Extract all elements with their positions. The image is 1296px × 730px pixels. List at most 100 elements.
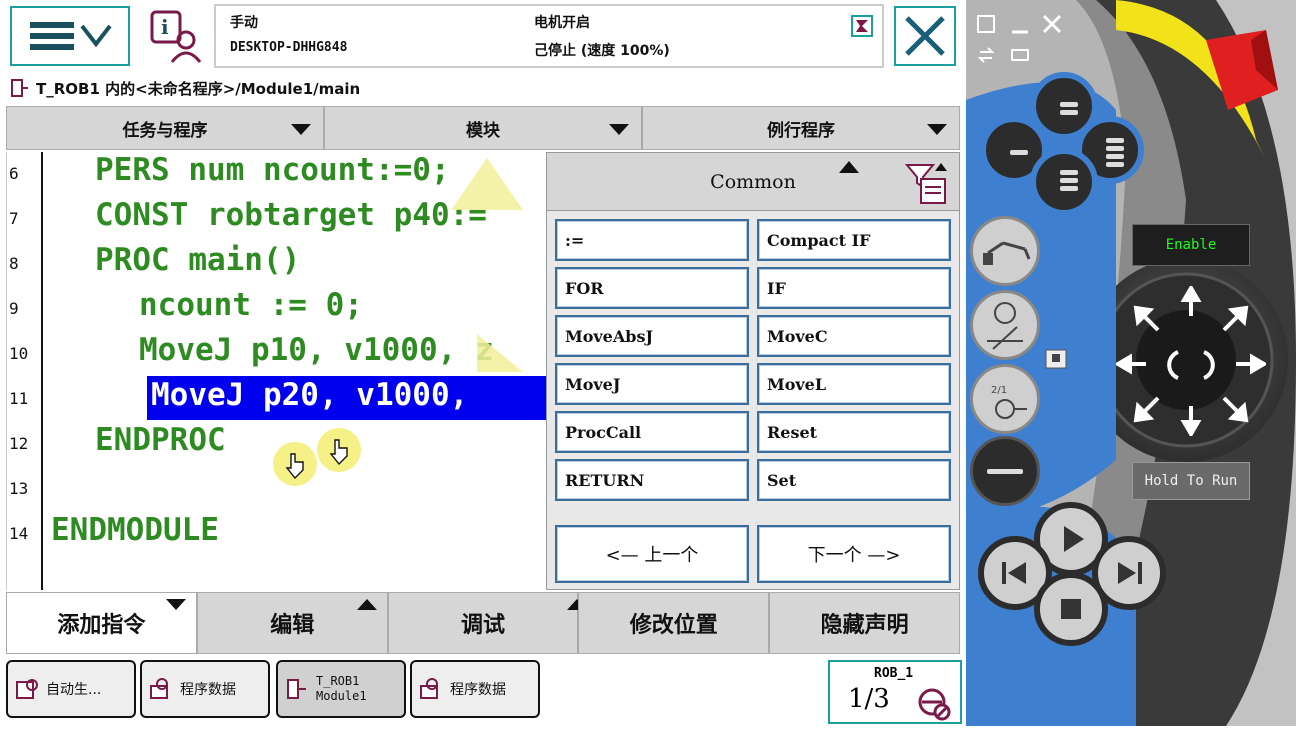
tab-bar: 任务与程序 模块 例行程序 [6,106,960,150]
line-number: 11 [9,389,29,408]
robot-name: ROB_1 [874,666,914,681]
line-number-gutter: 6 7 8 9 10 11 12 13 14 [7,152,43,590]
instr-proccall[interactable]: ProcCall [555,411,749,453]
mechanical-unit-key[interactable] [970,216,1040,286]
code-line[interactable]: ENDMODULE [51,512,219,548]
menu-label: 编辑 [270,613,315,638]
usb-port-icon [1045,349,1067,369]
instr-assign[interactable]: := [555,219,749,261]
instr-movel[interactable]: MoveL [757,363,951,405]
window-controls [977,14,1062,63]
instr-set[interactable]: Set [757,459,951,501]
menu-label: 添加指令 [57,613,146,638]
line-number: 12 [9,434,29,453]
debug-button[interactable]: 调试 [387,592,588,654]
svg-text:i: i [161,15,169,39]
line-number: 6 [9,164,19,183]
dropdown-arrow-icon [609,124,629,135]
warning-triangle-marker [477,334,523,372]
filter-list-icon[interactable] [903,161,949,207]
tab-tasks[interactable]: 任务与程序 [6,106,324,150]
hold-to-run-button[interactable]: Hold To Run [1132,462,1250,500]
task-program-data-2[interactable]: 程序数据 [410,660,540,718]
tab-label: 例行程序 [767,120,835,141]
code-line[interactable]: CONST robtarget p40:= [95,197,487,233]
taskbar: 自动生... 程序数据 T_ROB1 Module1 程序数据 [0,656,966,726]
task-label: 程序数据 [450,682,506,698]
robot-arm-icon [983,241,1031,265]
code-line-selected[interactable]: MoveJ p20, v1000, [151,377,468,413]
dropdown-arrow-icon [165,599,186,610]
status-panel: 手动 DESKTOP-DHHG848 电机开启 己停止 (速度 100%) [214,4,884,68]
close-icon [905,16,945,56]
instr-return[interactable]: RETURN [555,459,749,501]
instr-reset[interactable]: Reset [757,411,951,453]
instr-if[interactable]: IF [757,267,951,309]
task-program-editor[interactable]: T_ROB1 Module1 [276,660,406,718]
tab-label: 任务与程序 [122,120,208,141]
tab-modules[interactable]: 模块 [324,106,642,150]
program-editor-icon [287,679,306,699]
code-line[interactable]: PERS num ncount:=0; [95,152,450,188]
increment-toggle-key[interactable] [970,436,1040,506]
tab-routines[interactable]: 例行程序 [642,106,960,150]
button-label: FOR [565,278,604,298]
dash-icon [987,469,1023,474]
panel-title: Common [710,170,796,193]
production-window-icon [16,679,38,699]
breadcrumb-text: T_ROB1 内的<未命名程序>/Module1/main [36,79,361,98]
code-line[interactable]: ncount := 0; [139,287,363,323]
button-label: 下一个 —> [807,545,901,566]
modify-position-button[interactable]: 修改位置 [578,592,770,654]
code-line[interactable]: PROC main() [95,242,300,278]
axis-toggle-icon: 2/1 [991,385,1027,419]
button-label: Compact IF [767,230,871,250]
task-label: 程序数据 [180,682,236,698]
instr-movej[interactable]: MoveJ [555,363,749,405]
button-label: MoveL [767,374,827,394]
operator-window-icon[interactable] [850,14,874,38]
stop-button[interactable] [1034,572,1108,646]
button-label: MoveJ [565,374,621,394]
enable-button[interactable]: Enable [1132,224,1250,266]
motor-status: 电机开启 [534,15,590,31]
button-label: <— 上一个 [605,545,699,566]
warning-triangle-marker [451,158,523,210]
code-line[interactable]: MoveJ p10, v1000, z [139,332,494,368]
event-log-icon[interactable]: i [148,8,204,64]
button-label: MoveC [767,326,828,346]
increment-key[interactable]: 2/1 [970,364,1040,434]
stop-icon [1061,599,1081,619]
button-label: ProcCall [565,422,642,442]
button-label: RETURN [565,470,645,490]
instr-for[interactable]: FOR [555,267,749,309]
line-number: 10 [9,344,29,363]
add-instruction-button[interactable]: 添加指令 [6,592,197,654]
code-line[interactable]: ENDPROC [95,422,226,458]
quickset-button[interactable]: ROB_1 1/3 [828,660,962,724]
main-menu-button[interactable] [10,6,130,66]
task-program-data[interactable]: 程序数据 [140,660,270,718]
joystick[interactable] [1116,286,1266,436]
dropdown-arrow-icon [291,124,311,135]
prev-page-button[interactable]: <— 上一个 [555,525,749,583]
close-button[interactable] [894,6,956,66]
collapse-up-icon[interactable] [837,159,861,175]
motion-mode-key[interactable] [970,290,1040,360]
instr-compact-if[interactable]: Compact IF [757,219,951,261]
popup-arrow-icon [356,599,377,610]
instr-movec[interactable]: MoveC [757,315,951,357]
prog-key-glyphs [1010,102,1124,191]
reorient-icon [987,302,1023,350]
program-data-icon [150,678,168,699]
panel-header: Common [547,153,959,211]
hide-declarations-button[interactable]: 隐藏声明 [769,592,960,654]
next-page-button[interactable]: 下一个 —> [757,525,951,583]
hold-label: Hold To Run [1144,473,1238,489]
edit-button[interactable]: 编辑 [196,592,388,654]
flexpendant-hardware: 2/1 Enable Hold To Run [966,0,1296,726]
instruction-picker-panel: Common := Compact IF FOR IF MoveAbsJ Mov… [546,152,960,590]
task-auto-produce[interactable]: 自动生... [6,660,136,718]
tab-label: 模块 [466,120,500,141]
instr-moveabsj[interactable]: MoveAbsJ [555,315,749,357]
